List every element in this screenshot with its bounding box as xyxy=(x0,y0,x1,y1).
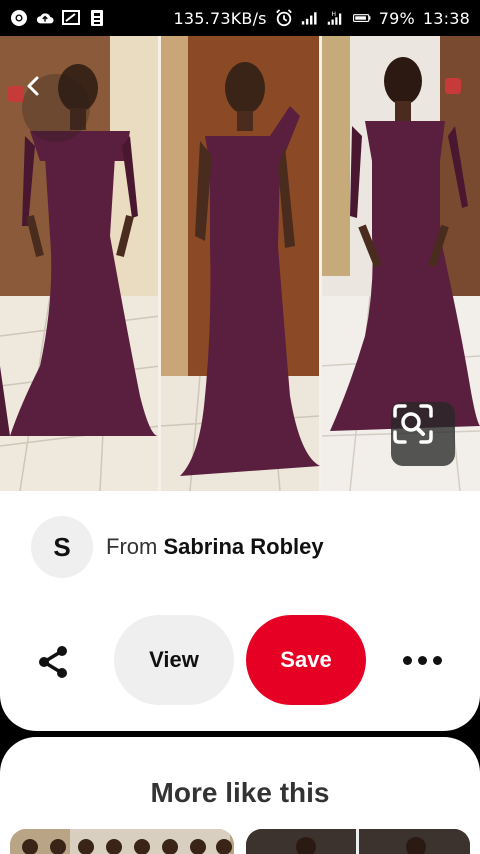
alarm-icon xyxy=(275,9,293,27)
sim-icon xyxy=(88,9,106,27)
avatar[interactable]: S xyxy=(31,516,93,578)
back-button[interactable] xyxy=(22,74,90,142)
chrome-icon xyxy=(10,9,28,27)
pin-image[interactable] xyxy=(0,36,480,491)
more-options-button[interactable] xyxy=(403,652,443,668)
view-button[interactable]: View xyxy=(114,615,234,705)
share-button[interactable] xyxy=(34,642,74,682)
share-icon xyxy=(34,646,74,686)
section-title: More like this xyxy=(150,777,330,808)
action-bar: View Save xyxy=(0,615,480,705)
creator-name[interactable]: Sabrina Robley xyxy=(163,534,323,559)
status-bar: 135.73KB/s H 79% 13:38 xyxy=(0,0,480,36)
network-speed: 135.73KB/s xyxy=(173,8,267,28)
visual-search-button[interactable] xyxy=(391,402,455,466)
creator-row[interactable]: S From Sabrina Robley xyxy=(31,516,324,578)
svg-text:H: H xyxy=(331,11,336,18)
creator-attribution: From Sabrina Robley xyxy=(106,534,324,560)
signal-icon xyxy=(301,9,319,27)
more-dots-icon xyxy=(403,655,412,665)
pin-detail-card: S From Sabrina Robley View Save xyxy=(0,491,480,731)
battery-icon xyxy=(352,9,371,27)
from-label: From xyxy=(106,534,164,559)
cloud-upload-icon xyxy=(36,9,54,27)
signal-h-icon: H xyxy=(327,9,345,27)
battery-percent: 79% xyxy=(378,8,415,28)
clock: 13:38 xyxy=(422,8,470,28)
related-pin-thumbnail[interactable] xyxy=(10,829,234,854)
related-pin-thumbnail[interactable] xyxy=(246,829,470,854)
screen-cast-icon xyxy=(62,9,80,27)
save-button[interactable]: Save xyxy=(246,615,366,705)
more-like-this-section: More like this xyxy=(0,737,480,854)
